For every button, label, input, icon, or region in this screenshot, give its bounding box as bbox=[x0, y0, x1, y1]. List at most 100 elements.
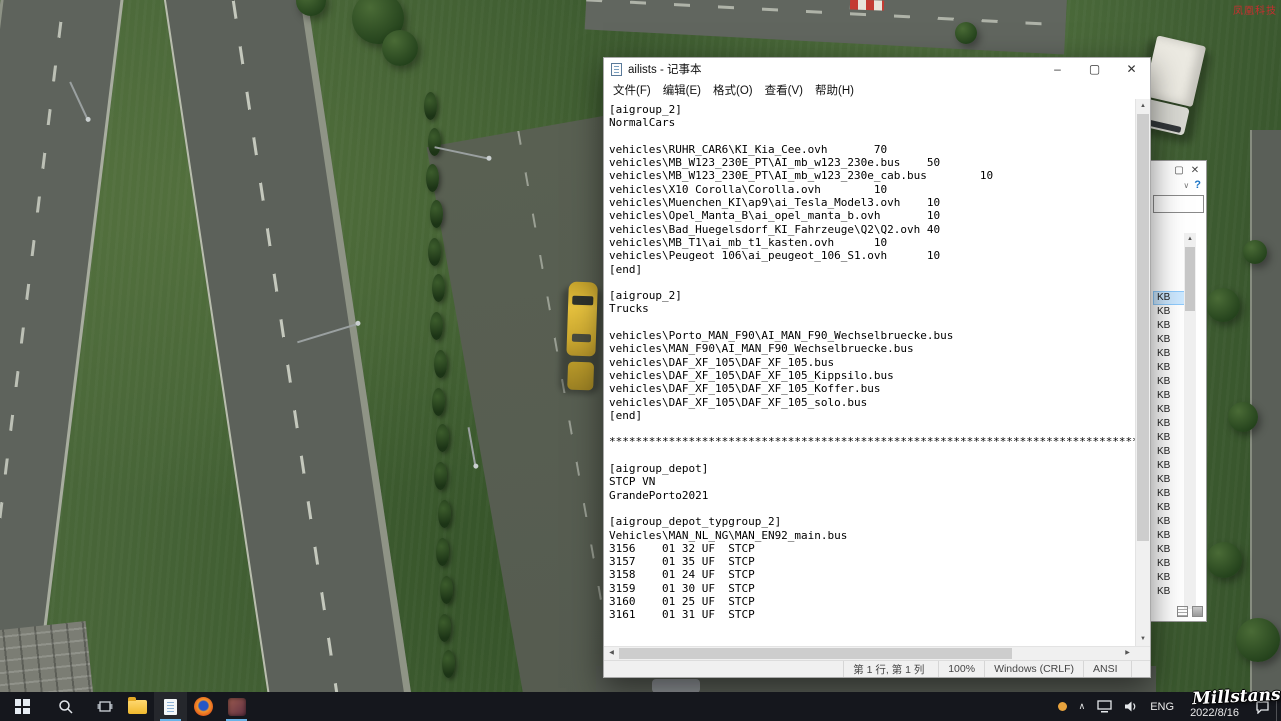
volume-button[interactable] bbox=[1118, 692, 1144, 721]
task-view-button[interactable] bbox=[88, 692, 121, 721]
help-icon[interactable]: ? bbox=[1194, 179, 1201, 191]
scrollbar-thumb[interactable] bbox=[619, 648, 1013, 659]
hidden-icons-button[interactable]: ∧ bbox=[1073, 692, 1092, 721]
close-button[interactable]: ✕ bbox=[1113, 58, 1150, 80]
start-button[interactable] bbox=[0, 692, 44, 721]
menu-file[interactable]: 文件(F) bbox=[607, 80, 657, 100]
menu-format[interactable]: 格式(O) bbox=[707, 80, 759, 100]
network-button[interactable] bbox=[1091, 692, 1118, 721]
status-bar: 第 1 行, 第 1 列 100% Windows (CRLF) ANSI bbox=[604, 660, 1150, 677]
file-size-cell[interactable]: KB bbox=[1153, 333, 1185, 347]
game-icon bbox=[227, 697, 246, 716]
file-size-cell[interactable]: KB bbox=[1153, 389, 1185, 403]
close-button[interactable]: ✕ bbox=[1188, 164, 1202, 177]
tree bbox=[440, 576, 453, 604]
background-explorer-window[interactable]: ▢ ✕ ∨ ? KB KB KB KB KB KB KB KB KB KB KB KB KB KB KB KB… bbox=[1150, 160, 1207, 622]
tree bbox=[1206, 288, 1240, 322]
maximize-button[interactable]: ▢ bbox=[1076, 58, 1113, 80]
tree bbox=[382, 30, 418, 66]
file-size-cell[interactable]: KB bbox=[1153, 305, 1185, 319]
menu-edit[interactable]: 编辑(E) bbox=[657, 80, 707, 100]
menu-view[interactable]: 查看(V) bbox=[759, 80, 809, 100]
file-size-cell[interactable]: KB bbox=[1153, 473, 1185, 487]
desktop: ▢ ✕ ∨ ? KB KB KB KB KB KB KB KB KB KB KB KB KB KB KB KB… bbox=[0, 0, 1281, 721]
explorer-scrollbar[interactable]: ▲ bbox=[1184, 233, 1196, 609]
tree bbox=[438, 500, 451, 528]
file-explorer-button[interactable] bbox=[121, 692, 154, 721]
file-size-cell[interactable]: KB bbox=[1153, 445, 1185, 459]
window-controls: ▢ ✕ bbox=[1151, 161, 1206, 177]
file-size-cell[interactable]: KB bbox=[1153, 403, 1185, 417]
tree bbox=[1236, 618, 1280, 662]
file-size-cell[interactable]: KB bbox=[1153, 417, 1185, 431]
scroll-up-icon[interactable]: ▲ bbox=[1136, 99, 1150, 113]
file-size-cell[interactable]: KB bbox=[1153, 585, 1185, 599]
cursor-position: 第 1 行, 第 1 列 bbox=[843, 661, 938, 677]
road-barrier bbox=[849, 0, 885, 11]
tree bbox=[428, 128, 441, 156]
task-view-icon bbox=[97, 700, 112, 712]
horizontal-scrollbar[interactable]: ◀ ▶ bbox=[604, 646, 1150, 660]
car-windshield bbox=[572, 295, 594, 306]
search-input[interactable] bbox=[1153, 195, 1204, 213]
file-size-cell[interactable]: KB bbox=[1153, 319, 1185, 333]
tree bbox=[436, 424, 449, 452]
notepad-icon bbox=[611, 62, 622, 76]
car-rear-window bbox=[571, 333, 592, 343]
text-editor[interactable]: [aigroup_2] NormalCars vehicles\RUHR_CAR… bbox=[604, 99, 1135, 646]
firefox-icon bbox=[194, 697, 213, 716]
search-button[interactable] bbox=[44, 692, 88, 721]
file-size-cell[interactable]: KB bbox=[1153, 543, 1185, 557]
file-size-cell[interactable]: KB bbox=[1153, 487, 1185, 501]
notification-dot[interactable] bbox=[1052, 692, 1073, 721]
browser-button[interactable] bbox=[187, 692, 220, 721]
tree bbox=[434, 350, 447, 378]
notepad-window: ailists - 记事本 – ▢ ✕ 文件(F) 编辑(E) 格式(O) 查看… bbox=[603, 57, 1151, 678]
windows-logo-icon bbox=[14, 699, 30, 714]
scroll-up-icon[interactable]: ▲ bbox=[1184, 233, 1196, 245]
maximize-button[interactable]: ▢ bbox=[1172, 164, 1186, 177]
tree bbox=[955, 22, 977, 44]
editor-area: [aigroup_2] NormalCars vehicles\RUHR_CAR… bbox=[604, 99, 1150, 646]
tree bbox=[1243, 240, 1267, 264]
file-size-cell[interactable]: KB bbox=[1153, 501, 1185, 515]
truck-box bbox=[1143, 35, 1207, 108]
file-size-cell[interactable]: KB bbox=[1153, 571, 1185, 585]
network-icon bbox=[1097, 700, 1112, 713]
vertical-scrollbar[interactable]: ▲ ▼ bbox=[1135, 99, 1150, 646]
view-toggles bbox=[1177, 606, 1203, 617]
scrollbar-thumb[interactable] bbox=[1137, 114, 1149, 541]
file-size-cell[interactable]: KB bbox=[1153, 431, 1185, 445]
details-view-icon[interactable] bbox=[1177, 606, 1188, 617]
file-size-cell[interactable]: KB bbox=[1153, 557, 1185, 571]
scroll-right-icon[interactable]: ▶ bbox=[1120, 647, 1135, 660]
file-size-cell[interactable]: KB bbox=[1153, 515, 1185, 529]
window-title: ailists - 记事本 bbox=[628, 64, 702, 76]
scroll-down-icon[interactable]: ▼ bbox=[1136, 632, 1150, 646]
title-bar[interactable]: ailists - 记事本 – ▢ ✕ bbox=[604, 58, 1150, 80]
thumbnail-view-icon[interactable] bbox=[1192, 606, 1203, 617]
top-right-watermark: 凤凰科技 bbox=[1233, 6, 1277, 17]
scroll-left-icon[interactable]: ◀ bbox=[604, 647, 619, 660]
chevron-down-icon[interactable]: ∨ bbox=[1183, 181, 1189, 190]
tree bbox=[434, 462, 447, 490]
file-size-cell[interactable]: KB bbox=[1153, 529, 1185, 543]
menu-help[interactable]: 帮助(H) bbox=[809, 80, 860, 100]
file-size-cell[interactable]: KB bbox=[1153, 347, 1185, 361]
file-size-cell[interactable]: KB bbox=[1153, 375, 1185, 389]
file-size-cell[interactable]: KB bbox=[1153, 291, 1185, 305]
notepad-file-icon bbox=[164, 698, 177, 715]
scrollbar-thumb[interactable] bbox=[1185, 247, 1195, 311]
file-size-cell[interactable]: KB bbox=[1153, 459, 1185, 473]
game-taskbar-button[interactable] bbox=[220, 692, 253, 721]
minimize-button[interactable]: – bbox=[1039, 58, 1076, 80]
file-size-cell[interactable]: KB bbox=[1153, 361, 1185, 375]
tree bbox=[1228, 402, 1258, 432]
help-row: ∨ ? bbox=[1151, 177, 1206, 191]
gray-car bbox=[652, 679, 700, 693]
notepad-taskbar-button[interactable] bbox=[154, 692, 187, 721]
tree bbox=[430, 200, 443, 228]
language-indicator[interactable]: ENG bbox=[1144, 692, 1180, 721]
tree bbox=[424, 92, 437, 120]
tree bbox=[432, 274, 445, 302]
